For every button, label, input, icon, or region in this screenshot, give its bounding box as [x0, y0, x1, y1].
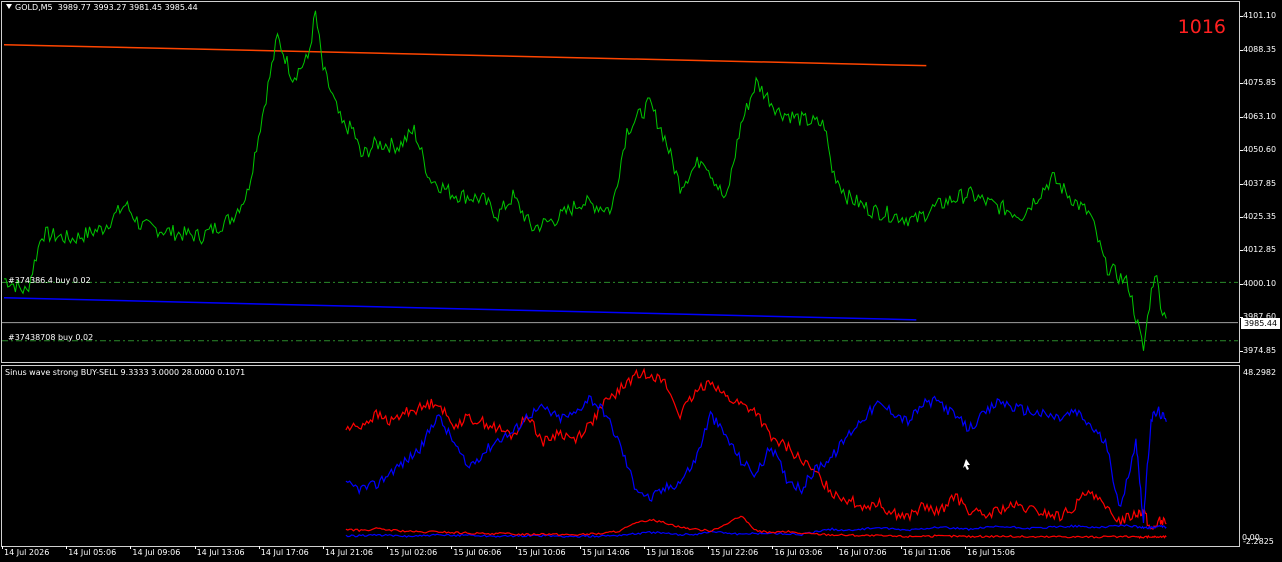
time-tick-label: 14 Jul 13:06 [196, 548, 245, 557]
price-tick [1240, 216, 1243, 218]
price-tick [1240, 116, 1243, 118]
indicator-min-label: -2.2825 [1243, 537, 1274, 546]
time-tick [579, 546, 581, 549]
time-tick [258, 546, 260, 549]
time-tick-label: 15 Jul 14:06 [581, 548, 630, 557]
time-tick [387, 546, 389, 549]
indicator-series-sell [345, 367, 1167, 530]
time-tick-label: 14 Jul 17:06 [260, 548, 309, 557]
time-tick [194, 546, 196, 549]
symbol-header[interactable]: GOLD,M5 3989.77 3993.27 3981.45 3985.44 [6, 3, 198, 12]
time-tick [451, 546, 453, 549]
price-tick [1240, 49, 1243, 51]
time-tick [644, 546, 645, 549]
time-tick-label: 15 Jul 22:06 [710, 548, 759, 557]
trend-top-line [3, 43, 927, 67]
chart-canvas [2, 10, 1238, 540]
dropdown-arrow-icon[interactable] [6, 4, 12, 9]
time-tick-label: 14 Jul 21:06 [325, 548, 373, 557]
time-tick [515, 546, 517, 549]
price-tick [1240, 15, 1243, 17]
cursor-icon [963, 459, 970, 470]
indicator-title: Sinus wave strong BUY-SELL 9.3333 3.0000… [5, 368, 246, 377]
order-label-buy-1[interactable]: #374386.4 buy 0.02 [8, 276, 91, 285]
price-tick-label: 4000.10 [1243, 278, 1277, 288]
order-label-buy-2[interactable]: #37438708 buy 0.02 [8, 333, 93, 342]
indicator-max-label: 48.2982 [1243, 368, 1277, 377]
time-tick-label: 14 Jul 09:06 [132, 548, 181, 557]
time-tick [323, 546, 324, 549]
current-price-box: 3985.44 [1241, 318, 1280, 329]
price-tick-label: 4025.35 [1243, 211, 1277, 221]
indicator-series-buy-low [345, 524, 1167, 538]
price-tick-label: 4012.85 [1243, 244, 1277, 254]
time-tick-label: 16 Jul 03:06 [774, 548, 823, 557]
price-tick-label: 4101.10 [1243, 10, 1277, 20]
time-tick-label: 15 Jul 06:06 [453, 548, 502, 557]
price-tick-label: 4037.85 [1243, 178, 1277, 188]
time-tick-label: 16 Jul 11:06 [902, 548, 951, 557]
price-tick-label: 4088.35 [1243, 44, 1277, 54]
time-tick-label: 15 Jul 02:06 [389, 548, 438, 557]
time-tick [965, 546, 966, 549]
price-tick [1240, 283, 1243, 285]
time-tick-label: 15 Jul 18:06 [646, 548, 694, 557]
time-tick-label: 16 Jul 07:06 [838, 548, 887, 557]
price-series-line [3, 10, 1167, 351]
time-tick [66, 546, 68, 549]
countdown-counter: 1016 [1177, 16, 1226, 38]
price-tick [1240, 183, 1243, 185]
time-tick [772, 546, 774, 549]
price-tick-label: 3974.85 [1243, 345, 1277, 355]
price-tick [1240, 350, 1243, 352]
time-tick [836, 546, 838, 549]
price-tick-label: 4063.10 [1243, 111, 1277, 121]
time-tick [900, 546, 902, 549]
time-tick [2, 546, 3, 549]
time-tick [708, 546, 710, 549]
trend-bottom-line [3, 297, 917, 321]
symbol-name: GOLD,M5 [15, 3, 53, 12]
time-tick-label: 16 Jul 15:06 [967, 548, 1015, 557]
price-tick-label: 4050.60 [1243, 144, 1277, 154]
price-tick [1240, 149, 1243, 151]
price-tick [1240, 82, 1243, 84]
price-tick-label: 4075.85 [1243, 77, 1277, 87]
time-tick [130, 546, 132, 549]
time-tick-label: 14 Jul 2026 [4, 548, 50, 557]
time-tick-label: 14 Jul 05:06 [68, 548, 117, 557]
price-tick [1240, 249, 1243, 251]
ohlc-values: 3989.77 3993.27 3981.45 3985.44 [57, 3, 198, 12]
time-tick-label: 15 Jul 10:06 [517, 548, 566, 557]
